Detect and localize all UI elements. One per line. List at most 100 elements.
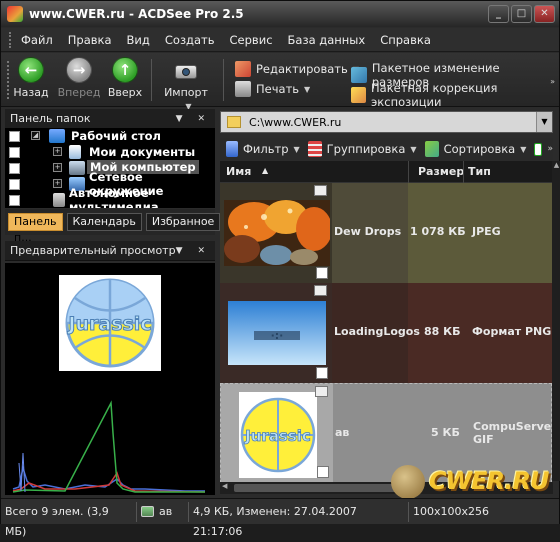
desktop-icon [49, 129, 65, 143]
filter-label: Фильтр [243, 142, 289, 156]
file-name: ав [335, 426, 350, 439]
batch-exposure-button[interactable]: Пакетная коррекция экспозиции [351, 81, 559, 109]
checkbox[interactable] [9, 162, 20, 174]
back-arrow-icon: ← [18, 57, 44, 83]
checkbox[interactable] [9, 146, 20, 158]
minimize-button[interactable]: _ [488, 5, 509, 23]
thumbnail-dew-drops [224, 200, 330, 266]
edit-label: Редактировать [256, 62, 348, 76]
tab-folders[interactable]: Панель п... [8, 213, 63, 244]
path-field[interactable]: C:\www.CWER.ru ▼ [220, 111, 553, 133]
status-details: 4,9 КБ, Изменен: 27.04.2007 21:17:06 [189, 501, 409, 538]
tab-calendar[interactable]: Календарь [66, 213, 142, 231]
toolbar-overflow-chevron-icon[interactable]: » [550, 77, 555, 86]
tree-item-offline-media[interactable]: Автономное мультимедиа [5, 186, 215, 208]
acdsee-app-icon [7, 6, 23, 22]
folder-icon [227, 116, 241, 128]
menu-grip[interactable] [9, 31, 13, 48]
window-title: www.CWER.ru - ACDSee Pro 2.5 [29, 7, 244, 21]
select-checkbox-icon[interactable] [534, 142, 543, 156]
tree-item-desktop[interactable]: ◢ Рабочий стол [5, 128, 215, 144]
menu-tools[interactable]: Сервис [230, 33, 273, 47]
main-toolbar: ← Назад → Вперед ↑ Вверх Импорт▼ Редакти… [1, 53, 559, 111]
panel-controls[interactable]: ▼ ✕ [176, 114, 211, 124]
menu-view[interactable]: Вид [127, 33, 150, 47]
list-header: Имя ▲ Размер Тип [220, 161, 552, 183]
column-name[interactable]: Имя [226, 165, 251, 178]
filter-button[interactable]: Фильтр ▼ [220, 141, 300, 157]
print-button[interactable]: Печать ▼ [235, 81, 310, 97]
batch-exposure-label: Пакетная коррекция экспозиции [371, 81, 498, 109]
back-button[interactable]: ← Назад [7, 57, 55, 99]
thumbnail-av: Jurassic [239, 392, 317, 478]
row-select-checkbox[interactable] [316, 267, 328, 279]
status-selected-cell: ав [137, 501, 189, 522]
close-button[interactable]: ✕ [534, 5, 555, 23]
tree-item-my-documents[interactable]: + Мои документы [5, 144, 215, 160]
tree-label: Рабочий стол [71, 129, 161, 143]
checkbox[interactable] [9, 194, 20, 206]
panel-controls[interactable]: ▼ ✕ [176, 246, 211, 256]
sort-button[interactable]: Сортировка ▼ [424, 141, 526, 157]
file-type: Формат PNG [472, 325, 552, 338]
column-type[interactable]: Тип [468, 165, 491, 178]
file-size: 1 078 КБ [410, 225, 466, 238]
status-dimensions: 100x100x256 [413, 504, 490, 518]
toolbar-overflow-chevron-icon[interactable]: » [547, 144, 553, 154]
menu-edit[interactable]: Правка [68, 33, 112, 47]
row-select-checkbox[interactable] [317, 466, 329, 478]
folders-panel-header: Панель папок ▼ ✕ [5, 109, 215, 129]
menu-file[interactable]: Файл [21, 33, 53, 47]
sort-label: Сортировка [443, 142, 516, 156]
import-camera-icon [173, 59, 199, 81]
vertical-scrollbar[interactable]: ▲ [552, 161, 560, 481]
expand-toggle-icon[interactable]: + [53, 179, 62, 188]
menu-help[interactable]: Справка [380, 33, 431, 47]
expand-toggle-icon[interactable]: + [53, 163, 62, 172]
preview-panel-title: Предварительный просмотр [10, 244, 176, 257]
browse-toolbar: Фильтр ▼ Группировка ▼ Сортировка ▼ » [220, 138, 553, 160]
media-icon [53, 193, 65, 207]
sort-icon [424, 141, 439, 157]
file-type: CompuServe GIF [473, 420, 552, 446]
printer-icon [235, 81, 251, 97]
image-type-icon [314, 185, 327, 196]
tab-favorites[interactable]: Избранное [145, 213, 221, 231]
list-item[interactable]: Dew Drops 1 078 КБ JPEG [220, 183, 552, 283]
scroll-thumb[interactable] [234, 484, 400, 492]
watermark-logo: CWER.RU [391, 463, 557, 503]
forward-arrow-icon: → [66, 57, 92, 83]
image-type-icon [314, 285, 327, 296]
file-list: Имя ▲ Размер Тип Dew Drops 1 078 КБ JPEG… [220, 161, 552, 483]
file-name: LoadingLogos [334, 325, 420, 338]
path-dropdown-icon[interactable]: ▼ [536, 112, 552, 132]
tree-label: Мои документы [89, 145, 196, 159]
list-item[interactable]: ·:· LoadingLogos 88 КБ Формат PNG [220, 283, 552, 383]
expand-toggle-icon[interactable]: + [53, 147, 62, 156]
up-button[interactable]: ↑ Вверх [101, 57, 149, 99]
collapse-toggle-icon[interactable]: ◢ [31, 131, 40, 140]
group-button[interactable]: Группировка ▼ [307, 141, 417, 157]
funnel-icon [226, 141, 238, 157]
file-size: 88 КБ [424, 325, 461, 338]
up-arrow-icon: ↑ [112, 57, 138, 83]
title-bar[interactable]: www.CWER.ru - ACDSee Pro 2.5 _ □ ✕ [1, 1, 559, 27]
menu-create[interactable]: Создать [165, 33, 215, 47]
forward-button[interactable]: → Вперед [55, 57, 103, 99]
thumbnail-loading-logos: ·:· [228, 301, 326, 365]
menu-bar: Файл Правка Вид Создать Сервис База данн… [1, 28, 559, 52]
column-size[interactable]: Размер [418, 165, 464, 178]
import-button[interactable]: Импорт▼ [159, 57, 213, 112]
checkbox[interactable] [9, 178, 20, 190]
maximize-button[interactable]: □ [511, 5, 532, 23]
status-bar: Всего 9 элем. (3,9 МБ) ав 4,9 КБ, Измене… [1, 498, 559, 538]
preview-panel-header: Предварительный просмотр ▼ ✕ [5, 241, 215, 261]
thumbnail-logo-text: Jurassic [244, 427, 311, 445]
preview-pane: Jurassic [5, 263, 215, 495]
image-type-icon [315, 386, 328, 397]
menu-database[interactable]: База данных [288, 33, 366, 47]
exposure-icon [351, 87, 366, 103]
checkbox[interactable] [9, 130, 20, 142]
edit-button[interactable]: Редактировать▼ [235, 61, 359, 77]
row-select-checkbox[interactable] [316, 367, 328, 379]
